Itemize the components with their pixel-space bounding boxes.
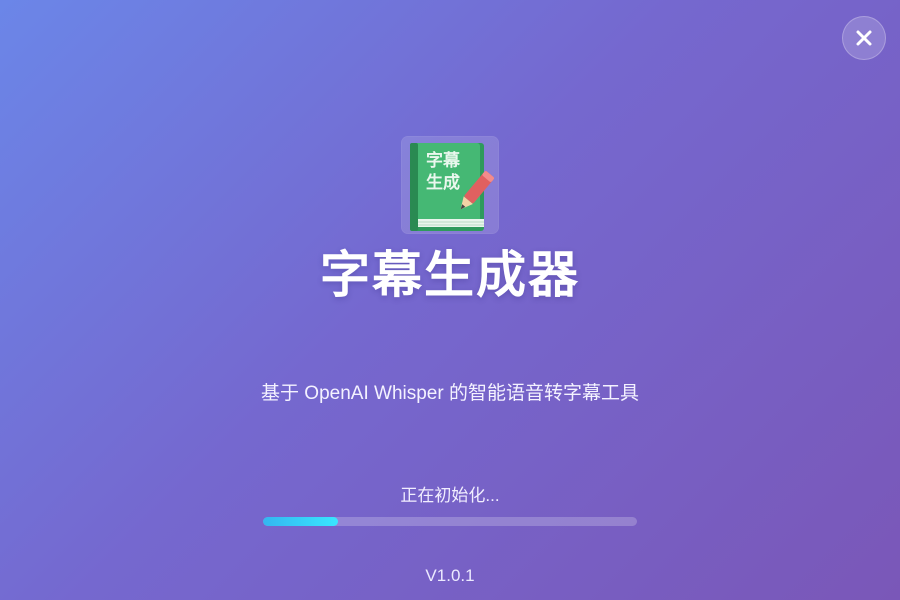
- close-button[interactable]: [842, 16, 886, 60]
- progress-bar: [263, 517, 637, 526]
- app-logo: 字幕 生成: [402, 137, 498, 233]
- version-label: V1.0.1: [425, 566, 475, 585]
- close-icon: [856, 30, 872, 46]
- app-title: 字幕生成器: [320, 246, 580, 304]
- logo-text-line2: 生成: [426, 172, 460, 193]
- app-subtitle: 基于 OpenAI Whisper 的智能语音转字幕工具: [261, 383, 639, 404]
- splash-window: 字幕 生成 字幕生成器 基于 OpenAI Whisper 的智能语音转字幕工具…: [0, 0, 900, 600]
- progress-fill: [263, 517, 338, 526]
- book-pencil-icon: 字幕 生成: [410, 143, 494, 231]
- logo-text-line1: 字幕: [426, 150, 461, 171]
- loading-status: 正在初始化...: [400, 486, 500, 505]
